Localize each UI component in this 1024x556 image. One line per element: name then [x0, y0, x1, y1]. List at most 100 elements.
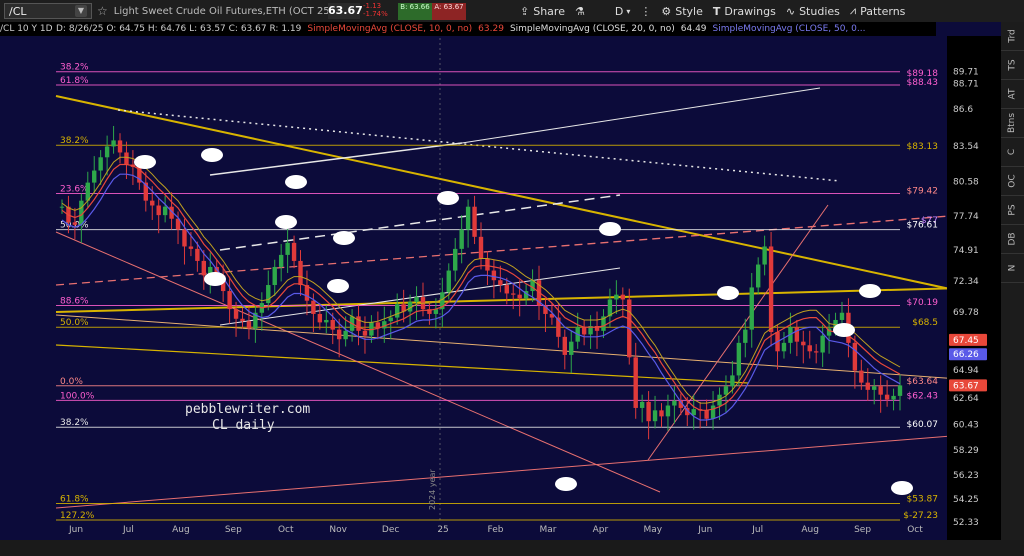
- marker-oval: [833, 323, 855, 337]
- candle-body: [59, 206, 65, 208]
- x-tick-label: Oct: [278, 525, 294, 535]
- candle-body: [646, 401, 651, 422]
- y-tick-label: 64.94: [953, 366, 979, 376]
- candle-body: [414, 297, 419, 302]
- sidebar-tab-at[interactable]: AT: [1001, 80, 1024, 109]
- candle-body: [324, 319, 329, 323]
- candle-body: [285, 242, 290, 255]
- candle-body: [446, 270, 451, 293]
- fib-label: 88.6%: [60, 297, 89, 307]
- y-tick-label: 89.71: [953, 68, 979, 78]
- marker-oval: [437, 191, 459, 205]
- y-tick-label: 54.25: [953, 495, 979, 505]
- candle-body: [472, 206, 477, 237]
- sidebar-tab-oc[interactable]: OC: [1001, 167, 1024, 196]
- candle-body: [111, 140, 116, 147]
- marker-oval: [204, 272, 226, 286]
- sidebar-tab-trd[interactable]: Trd: [1001, 22, 1024, 51]
- sidebar-tab-ts[interactable]: TS: [1001, 51, 1024, 80]
- x-tick-label: 25: [437, 525, 448, 535]
- candle-body: [581, 327, 587, 335]
- x-tick-label: Aug: [801, 525, 819, 535]
- candle-body: [859, 370, 864, 383]
- candle-body: [311, 300, 316, 314]
- marker-oval: [201, 148, 223, 162]
- candle-body: [156, 205, 161, 216]
- candle-body: [839, 312, 845, 320]
- candle-body: [665, 405, 671, 417]
- candle-body: [356, 316, 361, 331]
- candle-body: [98, 157, 103, 171]
- price-chart[interactable]: 38.2%61.8%38.2%23.6%50.0%88.6%50.0%0.0%1…: [0, 0, 1001, 556]
- marker-oval: [891, 481, 913, 495]
- y-tick-label: 56.23: [953, 471, 979, 481]
- sidebar-tab-label: N: [1007, 264, 1018, 272]
- candle-body: [317, 313, 323, 323]
- y-tick-label: 83.54: [953, 142, 979, 152]
- price-badge-label: 67.45: [953, 336, 979, 346]
- candle-body: [459, 229, 464, 249]
- candle-body: [511, 293, 516, 295]
- sidebar-tab-n[interactable]: N: [1001, 254, 1024, 283]
- y-tick-label: 86.6: [953, 105, 973, 115]
- candle-body: [117, 140, 123, 153]
- candle-body: [736, 342, 742, 376]
- candle-body: [852, 342, 858, 371]
- candle-body: [124, 152, 129, 165]
- candle-body: [291, 242, 297, 261]
- candle-body: [343, 330, 348, 340]
- right-sidebar: Trd TS AT Btns C OC PS DB N: [1001, 22, 1024, 542]
- candle-body: [749, 287, 754, 330]
- price-badge-label: 63.67: [953, 381, 979, 391]
- candle-body: [704, 410, 709, 419]
- candle-body: [298, 260, 303, 286]
- y-tick-label: 58.29: [953, 446, 979, 456]
- y-tick-label: 52.33: [953, 518, 979, 528]
- candle-body: [498, 280, 503, 286]
- y-tick-label: 80.58: [953, 178, 979, 188]
- candle-body: [188, 246, 194, 249]
- x-tick-label: Dec: [382, 525, 399, 535]
- candle-body: [150, 200, 155, 206]
- candle-body: [453, 248, 458, 271]
- x-tick-label: Jun: [68, 525, 83, 535]
- fib-label: 61.8%: [60, 494, 89, 504]
- x-tick-label: Feb: [488, 525, 504, 535]
- candle-body: [755, 264, 761, 288]
- candle-body: [730, 375, 735, 387]
- candle-body: [891, 395, 896, 400]
- candle-body: [233, 309, 239, 319]
- candle-body: [652, 410, 658, 422]
- x-tick-label: Mar: [539, 525, 556, 535]
- candle-body: [104, 146, 110, 158]
- fib-label: 23.6%: [60, 184, 89, 194]
- candle-body: [272, 266, 277, 286]
- y-tick-label: 74.91: [953, 246, 979, 256]
- sidebar-tab-btns[interactable]: Btns: [1001, 109, 1024, 138]
- watermark-site: pebblewriter.com: [185, 402, 310, 417]
- x-axis: Jun Jul Aug Sep Oct Nov Dec 25 Feb Mar Apr May Jun Ju…: [0, 521, 947, 535]
- candle-body: [504, 285, 509, 294]
- price-level-label: $68.5: [912, 318, 938, 328]
- sidebar-tab-ps[interactable]: PS: [1001, 196, 1024, 225]
- price-level-label: $63.64: [907, 377, 939, 387]
- candle-body: [814, 351, 819, 353]
- candle-body: [517, 294, 522, 299]
- candle-body: [388, 317, 393, 322]
- marker-oval: [333, 231, 355, 245]
- fib-label: 50.0%: [60, 318, 89, 328]
- sidebar-tab-c[interactable]: C: [1001, 138, 1024, 167]
- sidebar-tab-db[interactable]: DB: [1001, 225, 1024, 254]
- sidebar-tab-label: PS: [1007, 204, 1018, 216]
- candle-body: [762, 246, 767, 265]
- candle-body: [266, 285, 271, 304]
- candle-body: [639, 401, 645, 408]
- watermark-caption: CL daily: [212, 418, 275, 433]
- candle-body: [336, 329, 342, 340]
- price-badge-label: 66.26: [953, 350, 979, 360]
- candle-body: [478, 236, 484, 259]
- candle-body: [768, 246, 774, 333]
- status-bar: [0, 540, 1024, 556]
- candle-body: [182, 229, 187, 247]
- sidebar-tab-label: Btns: [1007, 112, 1018, 134]
